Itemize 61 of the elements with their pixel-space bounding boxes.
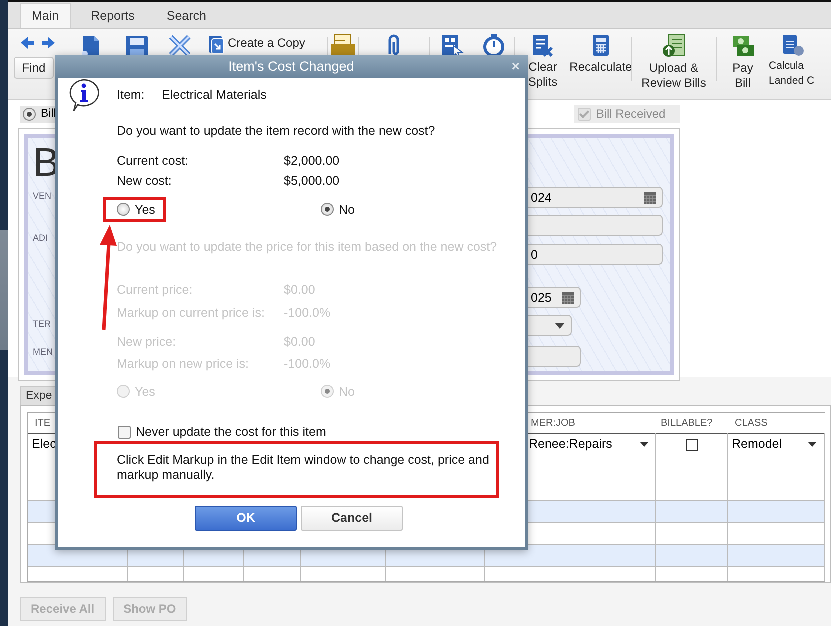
- tab[interactable]: Search: [154, 3, 218, 28]
- dropdown-field[interactable]: Renee:Repairs: [529, 437, 649, 451]
- field-value: $0.00: [284, 334, 316, 351]
- radio-option[interactable]: Yes: [117, 202, 156, 216]
- never-update-checkbox[interactable]: Never update the cost for this item: [118, 425, 326, 439]
- cancel-button[interactable]: Cancel: [301, 506, 403, 530]
- caret-icon[interactable]: [640, 442, 649, 446]
- column-header: BILLABLE?: [661, 418, 713, 428]
- field-value: -100.0%: [284, 356, 332, 373]
- table-cell: Elec: [32, 437, 56, 451]
- field-value: $0.00: [284, 282, 316, 299]
- document-x-icon: [531, 34, 555, 57]
- column-header: ITE: [35, 418, 51, 428]
- close-x-icon[interactable]: [168, 34, 192, 58]
- calendar-icon[interactable]: [644, 192, 656, 204]
- ok-button[interactable]: OK: [195, 506, 297, 530]
- tab[interactable]: Expe: [20, 386, 56, 405]
- field-label: VEN: [33, 191, 52, 202]
- field-label: Markup on current price is:: [117, 305, 266, 322]
- field-label: MEN: [33, 347, 53, 358]
- field-label: Markup on new price is:: [117, 356, 250, 373]
- upload-review-bills-button[interactable]: Upload & Review Bills: [632, 29, 716, 91]
- caret-icon: [555, 322, 565, 328]
- field-label: New price:: [117, 334, 178, 351]
- caret-icon[interactable]: [808, 442, 817, 446]
- calculate-landed-cost-button[interactable]: Calcula Landed C: [769, 29, 819, 89]
- note-text: Click Edit Markup in the Edit Item window to change cost, price and markup manually.: [94, 440, 499, 498]
- info-icon: [67, 78, 101, 112]
- find-button[interactable]: Find: [14, 57, 54, 79]
- tab[interactable]: Main: [20, 3, 72, 28]
- column-header: MER:JOB: [531, 418, 576, 428]
- dropdown-field[interactable]: Remodel: [732, 437, 817, 451]
- dialog-title: Item's Cost Changed: [228, 59, 354, 74]
- field-label: Current cost:: [117, 153, 190, 170]
- table-cell: [656, 544, 728, 566]
- item-label: Item:: [117, 87, 146, 104]
- table-cell: [656, 500, 728, 522]
- stopwatch-icon[interactable]: [483, 34, 505, 57]
- field-label: New cost:: [117, 173, 173, 190]
- field-label: TER: [33, 319, 51, 330]
- printer-icon[interactable]: [330, 34, 356, 56]
- forward-arrow-icon[interactable]: [41, 36, 56, 50]
- back-arrow-icon[interactable]: [20, 36, 35, 50]
- copy-icon: [207, 35, 225, 55]
- question-text: Do you want to update the item record with the new cost?: [117, 123, 436, 140]
- field-label: ADI: [33, 233, 48, 244]
- recalculate-button[interactable]: Recalculate: [571, 29, 631, 75]
- field-label: Current price:: [117, 282, 194, 299]
- checkbox[interactable]: [686, 439, 698, 451]
- calendar-icon[interactable]: [562, 292, 574, 304]
- money-icon: [730, 34, 756, 58]
- column-header: CLASS: [735, 418, 768, 428]
- field-value: $2,000.00: [284, 153, 341, 170]
- pay-bill-button[interactable]: Pay Bill: [717, 29, 769, 91]
- tab[interactable]: Reports: [79, 3, 147, 28]
- question-text: Do you want to update the price for this item based on the new cost?: [117, 239, 498, 256]
- receipt-icon: [662, 34, 686, 58]
- field-value: $5,000.00: [284, 173, 341, 190]
- item-value: Electrical Materials: [162, 87, 267, 104]
- radio-option[interactable]: No: [321, 202, 355, 216]
- field-value: -100.0%: [284, 305, 332, 322]
